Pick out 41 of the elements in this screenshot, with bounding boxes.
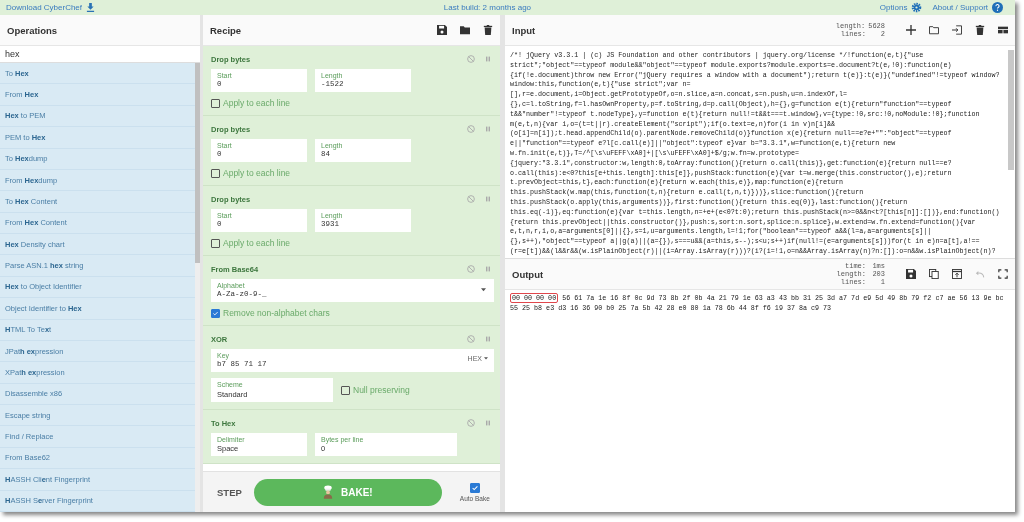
about-link[interactable]: About / Support: [932, 3, 988, 12]
save-icon[interactable]: [437, 25, 447, 35]
panel-title: Input: [512, 24, 536, 36]
panel-title: Output: [512, 268, 544, 280]
trash-icon[interactable]: [975, 25, 985, 35]
replace-input-icon[interactable]: [952, 269, 962, 279]
checkbox[interactable]: [341, 385, 350, 395]
last-build-text: Last build: 2 months ago: [443, 3, 532, 12]
options-link[interactable]: Options: [879, 3, 908, 12]
panel-title: Recipe: [210, 24, 242, 36]
caret-icon: [484, 357, 488, 360]
download-link[interactable]: Download CyberChef: [6, 3, 83, 12]
import-icon[interactable]: [952, 25, 962, 35]
fullscreen-icon[interactable]: [998, 269, 1008, 279]
checkbox-label: Apply to each line: [223, 238, 291, 248]
step-button[interactable]: STEP: [217, 486, 242, 498]
panel-title: Operations: [7, 24, 58, 36]
search-field[interactable]: hex: [0, 46, 200, 63]
folder-icon[interactable]: [929, 25, 939, 35]
settings-icon[interactable]: [911, 2, 923, 13]
checkbox-label: Remove non-alphabet chars: [223, 308, 330, 318]
help-icon[interactable]: [992, 2, 1003, 13]
copy-icon[interactable]: [929, 269, 939, 279]
checkbox-label: Null preserving: [353, 385, 410, 395]
layout-icon[interactable]: [998, 25, 1008, 35]
download-icon[interactable]: [86, 3, 96, 12]
scrollbar[interactable]: [1008, 50, 1014, 170]
scrollbar[interactable]: [195, 63, 200, 263]
checkbox[interactable]: [211, 308, 220, 318]
checkbox[interactable]: [469, 482, 480, 493]
checkbox[interactable]: [211, 168, 220, 178]
save-icon[interactable]: [906, 269, 916, 279]
checkbox-label: Apply to each line: [223, 168, 291, 178]
folder-icon[interactable]: [460, 25, 470, 35]
trash-icon[interactable]: [483, 25, 493, 35]
caret-icon: [481, 288, 486, 292]
checkbox-label: Apply to each line: [223, 98, 291, 108]
plus-icon[interactable]: [906, 25, 916, 35]
checkbox[interactable]: [211, 238, 220, 248]
checkbox[interactable]: [211, 98, 220, 108]
chef-icon: [322, 485, 333, 499]
